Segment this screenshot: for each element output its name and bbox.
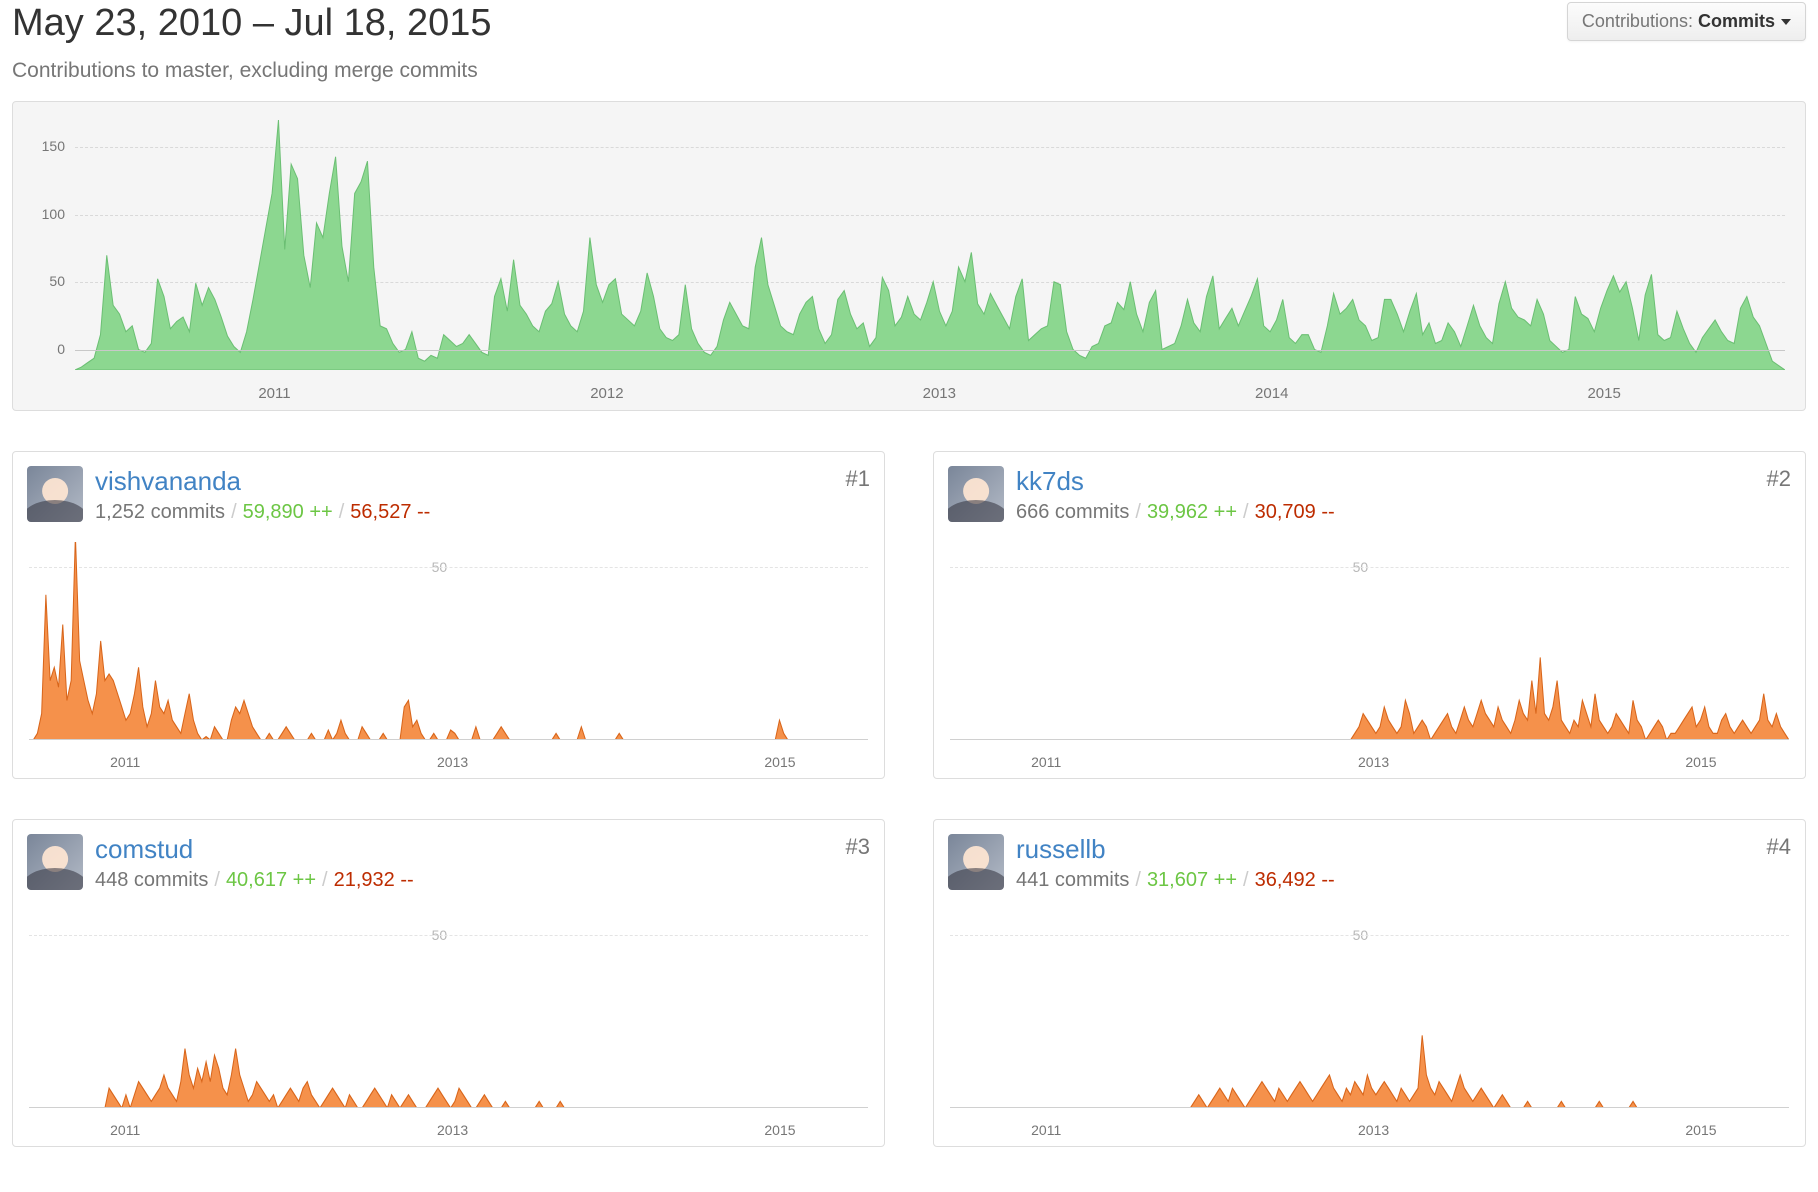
x-axis-tick: 2012 <box>590 385 623 402</box>
x-axis-tick: 2013 <box>437 754 468 770</box>
additions: 40,617 ++ <box>226 869 316 891</box>
username-link[interactable]: comstud <box>95 834 193 864</box>
contributor-card: comstud 448 commits/40,617 ++/21,932 -- #3… <box>12 819 885 1147</box>
y-axis-tick: 100 <box>31 206 65 222</box>
contributor-mini-chart[interactable]: 50201120132015 <box>27 910 870 1138</box>
x-axis-tick: 2015 <box>1685 754 1716 770</box>
contributor-card: kk7ds666 commits/39,962 ++/30,709 --#250… <box>933 451 1806 779</box>
deletions: 36,492 -- <box>1255 869 1335 891</box>
x-axis-tick: 2011 <box>258 385 290 402</box>
contributor-mini-chart[interactable]: 50201120132015 <box>27 542 870 770</box>
additions: 59,890 ++ <box>243 501 333 523</box>
commit-count: 666 commits <box>1016 501 1129 523</box>
x-axis-tick: 2014 <box>1255 385 1288 402</box>
commit-count: 1,252 commits <box>95 501 225 523</box>
additions: 39,962 ++ <box>1147 501 1237 523</box>
x-axis-tick: 2013 <box>1358 1122 1389 1138</box>
contributor-mini-chart[interactable]: 50201120132015 <box>948 542 1791 770</box>
avatar[interactable] <box>948 834 1004 890</box>
x-axis-tick: 2013 <box>437 1122 468 1138</box>
x-axis-tick: 2011 <box>110 754 140 770</box>
username-link[interactable]: russellb <box>1016 834 1106 864</box>
commit-count: 441 commits <box>1016 869 1129 891</box>
username-link[interactable]: vishvananda <box>95 466 241 496</box>
contributor-stats: 1,252 commits/59,890 ++/56,527 -- <box>95 501 834 524</box>
rank-badge: #2 <box>1767 466 1791 492</box>
contributor-stats: 441 commits/31,607 ++/36,492 -- <box>1016 869 1755 892</box>
x-axis-tick: 2011 <box>110 1122 140 1138</box>
x-axis-tick: 2015 <box>764 1122 795 1138</box>
contributor-card: vishvananda 1,252 commits/59,890 ++/56,52… <box>12 451 885 779</box>
x-axis-tick: 2011 <box>1031 1122 1061 1138</box>
x-axis-tick: 2011 <box>1031 754 1061 770</box>
rank-badge: #4 <box>1767 834 1791 860</box>
rank-badge: #3 <box>846 834 870 860</box>
contributions-selector-label: Contributions: <box>1582 11 1698 31</box>
contributor-mini-chart[interactable]: 50201120132015 <box>948 910 1791 1138</box>
contributor-stats: 448 commits/40,617 ++/21,932 -- <box>95 869 834 892</box>
y-axis-tick: 150 <box>31 138 65 154</box>
x-axis-tick: 2015 <box>1587 385 1620 402</box>
rank-badge: #1 <box>846 466 870 492</box>
avatar[interactable] <box>27 466 83 522</box>
contributions-selector[interactable]: Contributions: Commits <box>1567 2 1806 41</box>
subtitle: Contributions to master, excluding merge… <box>12 59 1806 83</box>
x-axis-tick: 2015 <box>764 754 795 770</box>
deletions: 30,709 -- <box>1255 501 1335 523</box>
x-axis-tick: 2013 <box>1358 754 1389 770</box>
x-axis-tick: 2015 <box>1685 1122 1716 1138</box>
avatar[interactable] <box>27 834 83 890</box>
commit-count: 448 commits <box>95 869 208 891</box>
chevron-down-icon <box>1781 19 1791 25</box>
y-axis-tick: 50 <box>31 273 65 289</box>
y-axis-tick: 0 <box>31 341 65 357</box>
contributions-overview-chart[interactable]: 0 50 100 150 2011 2012 2013 2014 2015 <box>12 101 1806 411</box>
avatar[interactable] <box>948 466 1004 522</box>
contributor-card: russellb 441 commits/31,607 ++/36,492 -- #… <box>933 819 1806 1147</box>
contributions-selector-value: Commits <box>1698 11 1775 31</box>
date-range-title: May 23, 2010 – Jul 18, 2015 <box>12 2 492 45</box>
username-link[interactable]: kk7ds <box>1016 466 1084 496</box>
contributor-stats: 666 commits/39,962 ++/30,709 -- <box>1016 501 1755 524</box>
x-axis-tick: 2013 <box>923 385 956 402</box>
deletions: 56,527 -- <box>350 501 430 523</box>
deletions: 21,932 -- <box>334 869 414 891</box>
additions: 31,607 ++ <box>1147 869 1237 891</box>
